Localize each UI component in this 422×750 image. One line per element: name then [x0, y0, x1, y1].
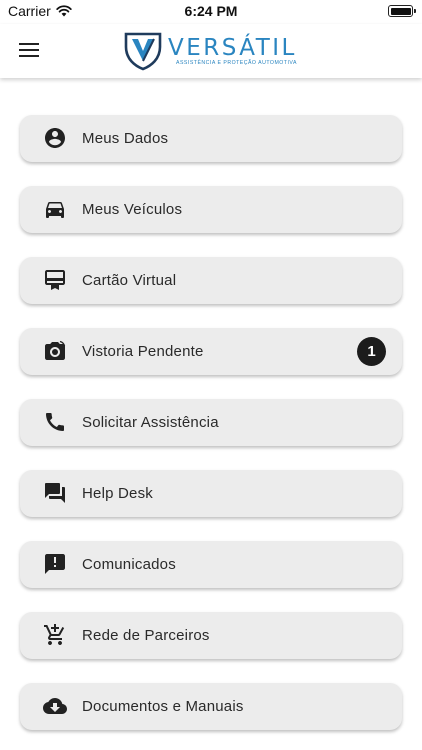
menu-item-vistoria-pendente[interactable]: Vistoria Pendente 1	[20, 328, 402, 375]
menu-item-meus-dados[interactable]: Meus Dados	[20, 115, 402, 162]
status-bar: Carrier 6:24 PM	[0, 0, 422, 24]
pending-count-badge: 1	[357, 337, 386, 366]
brand-logo: VERSÁTIL ASSISTÊNCIA E PROTEÇÃO AUTOMOTI…	[124, 28, 310, 74]
cloud-download-icon	[43, 698, 67, 714]
menu-item-help-desk[interactable]: Help Desk	[20, 470, 402, 517]
menu-item-rede-de-parceiros[interactable]: Rede de Parceiros	[20, 612, 402, 659]
car-icon	[46, 202, 64, 218]
menu-item-label: Help Desk	[82, 485, 153, 502]
battery-icon	[388, 5, 416, 17]
menu-item-label: Rede de Parceiros	[82, 627, 210, 644]
menu-button[interactable]	[14, 37, 44, 63]
app-header: VERSÁTIL ASSISTÊNCIA E PROTEÇÃO AUTOMOTI…	[0, 24, 422, 78]
menu-item-cartao-virtual[interactable]: Cartão Virtual	[20, 257, 402, 304]
brand-tagline: ASSISTÊNCIA E PROTEÇÃO AUTOMOTIVA	[176, 59, 297, 66]
battery-fill	[390, 7, 411, 15]
menu-item-label: Meus Veículos	[82, 201, 183, 218]
cart-plus-icon	[44, 624, 65, 645]
menu-item-label: Cartão Virtual	[82, 272, 177, 289]
shield-logo-icon	[124, 32, 162, 71]
hamburger-icon	[19, 43, 39, 57]
menu-item-label: Vistoria Pendente	[82, 343, 204, 360]
camera-rotate-icon	[45, 340, 66, 360]
menu-item-label: Comunicados	[82, 556, 176, 573]
menu-item-label: Meus Dados	[82, 130, 169, 147]
card-icon	[45, 270, 65, 290]
menu-item-label: Solicitar Assistência	[82, 414, 219, 431]
menu-item-documentos-e-manuais[interactable]: Documentos e Manuais	[20, 683, 402, 730]
status-time: 6:24 PM	[184, 3, 238, 19]
menu-item-comunicados[interactable]: Comunicados	[20, 541, 402, 588]
brand-name: VERSÁTIL	[168, 34, 297, 61]
menu-item-meus-veiculos[interactable]: Meus Veículos	[20, 186, 402, 233]
phone-icon	[46, 413, 64, 431]
announcement-icon	[45, 554, 65, 574]
forum-icon	[45, 483, 65, 503]
menu-item-label: Documentos e Manuais	[82, 698, 244, 715]
menu-item-solicitar-assistencia[interactable]: Solicitar Assistência	[20, 399, 402, 446]
account-circle-icon	[45, 128, 65, 148]
brand-text: VERSÁTIL ASSISTÊNCIA E PROTEÇÃO AUTOMOTI…	[168, 36, 297, 67]
